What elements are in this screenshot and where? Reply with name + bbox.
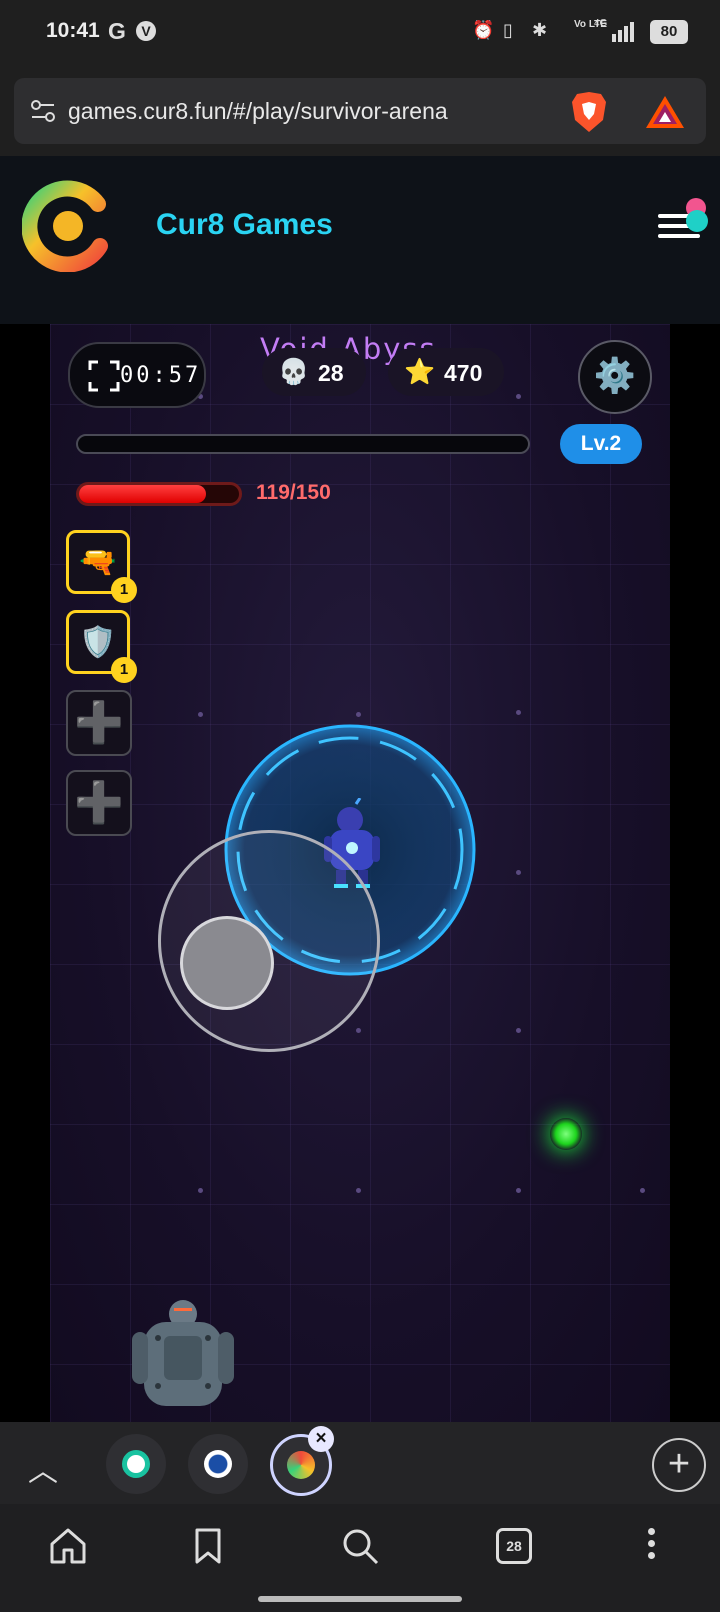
notification-dot-secondary <box>686 210 708 232</box>
kills-counter: 💀 28 <box>262 348 366 396</box>
tab-2[interactable] <box>188 1434 248 1494</box>
skull-icon: 💀 <box>278 358 310 386</box>
brave-rewards-icon[interactable] <box>644 94 686 130</box>
address-bar[interactable]: games.cur8.fun/#/play/survivor-arena <box>14 78 706 144</box>
slot-level-badge: 1 <box>111 657 137 683</box>
plus-icon: ➕ <box>74 701 124 745</box>
tab-strip: ︿ × + <box>0 1422 720 1504</box>
health-text: 119/150 <box>256 481 331 504</box>
level-badge: Lv.2 <box>560 424 642 464</box>
grid-dot <box>356 1028 361 1033</box>
tab-favicon <box>122 1450 150 1478</box>
grid-dot <box>516 870 521 875</box>
vibrate-icon: ▯ <box>503 20 513 40</box>
joystick-knob[interactable] <box>180 916 274 1010</box>
chevron-up-icon[interactable]: ︿ <box>28 1446 58 1490</box>
new-tab-button[interactable]: + <box>652 1438 706 1492</box>
site-brand[interactable]: Cur8 Games <box>156 208 333 242</box>
bottom-nav: 28 <box>0 1504 720 1612</box>
empty-slot-3[interactable]: ➕ <box>66 690 132 756</box>
game-canvas[interactable]: 00:57 Void Abyss 💀 28 ⭐ 470 ⚙️ Lv.2 119/… <box>50 324 670 1422</box>
tab-favicon <box>287 1451 315 1479</box>
score-counter: ⭐ 470 <box>388 348 504 396</box>
battery-icon: 80 <box>650 20 688 44</box>
google-icon: G <box>108 18 126 44</box>
weapon-slot-1[interactable]: 🔫 1 <box>66 530 137 603</box>
browser-toolbar: games.cur8.fun/#/play/survivor-arena <box>0 68 720 156</box>
gear-icon: ⚙️ <box>593 357 637 395</box>
weapon-slot-2[interactable]: 🛡️ 1 <box>66 610 137 683</box>
health-bar-fill <box>79 485 206 503</box>
enemy-golem <box>132 1300 234 1406</box>
bluetooth-icon: ✱ <box>532 20 548 40</box>
header-spacer <box>0 296 720 324</box>
grid-dot <box>640 1188 645 1193</box>
xp-bar <box>76 434 530 454</box>
kills-value: 28 <box>318 360 344 386</box>
settings-button[interactable]: ⚙️ <box>578 340 652 414</box>
signal-type: 4G <box>594 18 608 29</box>
slot-level-badge: 1 <box>111 577 137 603</box>
home-icon[interactable] <box>48 1526 88 1566</box>
status-bar: 10:41 G V ⏰ ▯ ✱ Vo LTE 4G 80 <box>0 0 720 68</box>
alarm-icon: ⏰ <box>472 20 495 40</box>
grid-dot <box>356 712 361 717</box>
plus-icon: ➕ <box>74 781 124 825</box>
tab-1[interactable] <box>106 1434 166 1494</box>
site-settings-icon[interactable] <box>30 98 56 124</box>
grid-dot <box>516 1188 521 1193</box>
url-text[interactable]: games.cur8.fun/#/play/survivor-arena <box>68 98 448 125</box>
site-header: Cur8 Games <box>0 156 720 297</box>
score-value: 470 <box>444 360 483 386</box>
grid-dot <box>516 394 521 399</box>
grid-dot <box>516 710 521 715</box>
gesture-bar <box>258 1596 462 1602</box>
health-bar <box>76 482 242 506</box>
brave-shields-icon[interactable] <box>570 90 608 134</box>
grid-dot <box>198 712 203 717</box>
grid-dot <box>356 1188 361 1193</box>
star-icon: ⭐ <box>404 358 436 386</box>
xp-orb <box>550 1118 582 1150</box>
status-time: 10:41 <box>46 19 100 42</box>
cur8-logo-icon[interactable] <box>22 180 114 272</box>
empty-slot-4[interactable]: ➕ <box>66 770 132 836</box>
vpn-icon: V <box>136 21 156 41</box>
fullscreen-icon[interactable] <box>88 360 120 392</box>
grid-dot <box>516 1028 521 1033</box>
timer-text: 00:57 <box>120 363 202 388</box>
close-tab-icon[interactable]: × <box>308 1426 334 1452</box>
tab-favicon <box>204 1450 232 1478</box>
search-icon[interactable] <box>340 1526 380 1566</box>
game-timer: 00:57 <box>68 342 206 408</box>
bookmark-icon[interactable] <box>188 1526 228 1566</box>
tab-count-button[interactable]: 28 <box>496 1528 532 1564</box>
grid-dot <box>198 1188 203 1193</box>
